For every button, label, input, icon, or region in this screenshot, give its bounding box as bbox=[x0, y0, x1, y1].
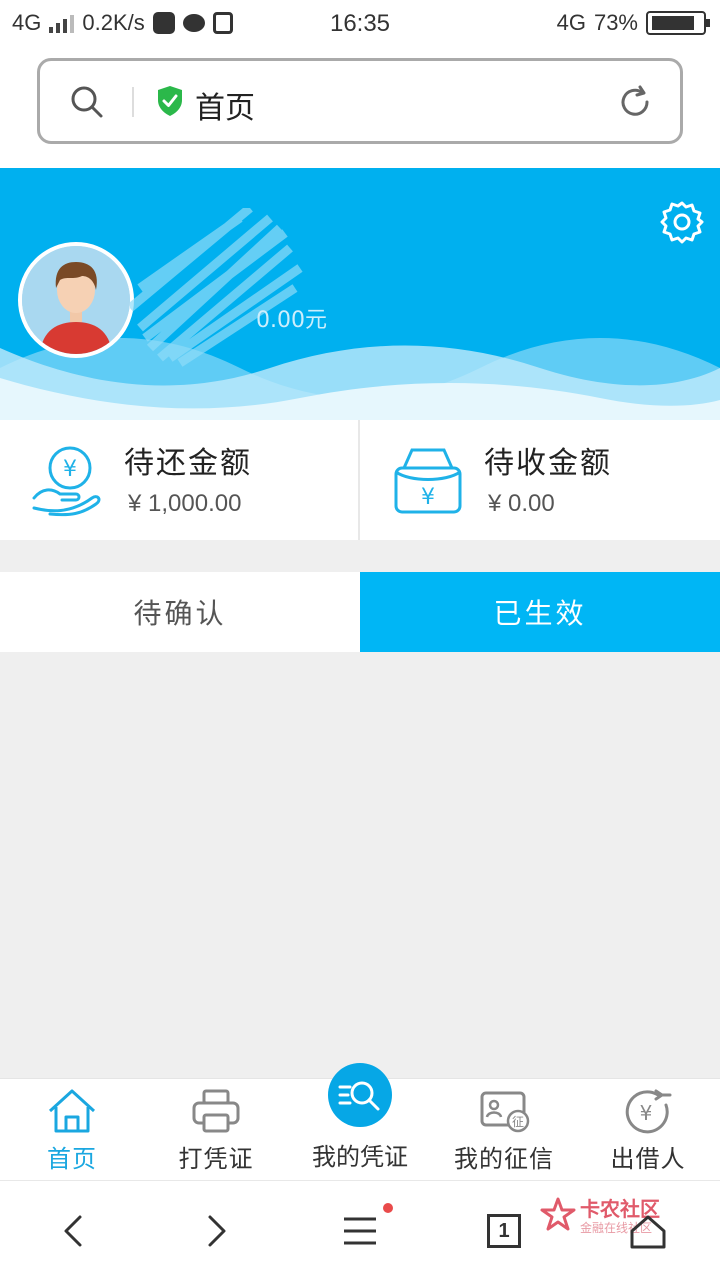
tab-effective[interactable]: 已生效 bbox=[360, 572, 720, 652]
credit-card-icon: 征 bbox=[480, 1091, 530, 1133]
nav-label: 我的凭证 bbox=[312, 1143, 408, 1171]
amount-label: 待收金额 bbox=[484, 446, 612, 481]
svg-text:¥: ¥ bbox=[640, 1101, 653, 1125]
back-arrow-icon[interactable] bbox=[54, 1211, 94, 1251]
status-right: 4G 73% bbox=[556, 10, 710, 36]
menu-notification-dot bbox=[383, 1203, 393, 1213]
battery-icon bbox=[646, 11, 710, 35]
svg-text:征: 征 bbox=[512, 1115, 524, 1129]
nav-item-lender[interactable]: ¥ 出借人 bbox=[576, 1079, 720, 1181]
tab-count-button[interactable]: 1 bbox=[487, 1214, 521, 1248]
amount-pending-repay[interactable]: ¥ 待还金额 ¥ 1,000.00 bbox=[0, 420, 358, 540]
nav-item-my-credit[interactable]: 征 我的征信 bbox=[432, 1079, 576, 1181]
nav-item-home[interactable]: 首页 bbox=[0, 1079, 144, 1181]
profile-banner: 0.00元 bbox=[0, 168, 720, 420]
printer-icon bbox=[192, 1089, 240, 1133]
settings-gear-icon[interactable] bbox=[660, 200, 704, 244]
nav-item-my-vouchers[interactable]: 我的凭证 bbox=[288, 1063, 432, 1181]
hand-yen-icon: ¥ bbox=[32, 446, 101, 517]
nav-label: 打凭证 bbox=[178, 1145, 254, 1173]
home-outline-icon[interactable] bbox=[628, 1211, 668, 1251]
svg-text:¥: ¥ bbox=[421, 485, 435, 510]
svg-text:¥: ¥ bbox=[63, 457, 77, 482]
battery-percent: 73% bbox=[593, 10, 638, 35]
menu-icon[interactable] bbox=[340, 1211, 380, 1251]
nav-item-print-voucher[interactable]: 打凭证 bbox=[144, 1079, 288, 1181]
nav-label: 我的征信 bbox=[454, 1145, 554, 1173]
bottom-nav: 首页 打凭证 我的凭证 征 我的征信 ¥ 出借人 bbox=[0, 1063, 720, 1181]
avatar-person-icon bbox=[22, 246, 130, 354]
page-title: 首页 bbox=[195, 91, 255, 126]
search-icon[interactable] bbox=[70, 85, 104, 119]
amount-label: 待还金额 bbox=[124, 446, 252, 481]
browser-url-bar: 首页 bbox=[0, 48, 720, 168]
address-box[interactable]: 首页 bbox=[37, 58, 683, 144]
yen-coin-icon: ¥ bbox=[625, 1089, 672, 1134]
list-content-area bbox=[0, 652, 720, 1078]
nav-label: 出借人 bbox=[610, 1145, 686, 1173]
forward-arrow-icon[interactable] bbox=[196, 1211, 236, 1251]
network-type-right: 4G bbox=[556, 10, 586, 35]
amount-pending-receive[interactable]: ¥ 待收金额 ¥ 0.00 bbox=[360, 420, 718, 540]
status-bar: 4G 0.2K/s 16:35 4G 73% bbox=[0, 0, 720, 48]
envelope-yen-icon: ¥ bbox=[394, 448, 462, 514]
tab-pending-confirm[interactable]: 待确认 bbox=[0, 572, 360, 652]
home-icon bbox=[48, 1089, 96, 1133]
redaction-scribble bbox=[130, 208, 303, 367]
amount-summary: ¥ 待还金额 ¥ 1,000.00 ¥ 待收金额 ¥ 0.00 bbox=[0, 420, 720, 540]
center-button-circle bbox=[328, 1063, 392, 1127]
user-avatar[interactable] bbox=[18, 242, 134, 358]
nav-label: 首页 bbox=[47, 1145, 97, 1173]
refresh-icon[interactable] bbox=[616, 83, 654, 121]
search-list-icon bbox=[338, 1081, 380, 1111]
watermark-star-icon bbox=[540, 1197, 576, 1231]
browser-toolbar: 1 卡农社区 金融在线社区 bbox=[0, 1180, 720, 1280]
status-tabs: 待确认 已生效 bbox=[0, 572, 720, 652]
amount-value: ¥ 1,000.00 bbox=[128, 490, 242, 517]
url-divider bbox=[132, 87, 134, 117]
amount-value: ¥ 0.00 bbox=[488, 490, 555, 517]
account-balance: 0.00元 bbox=[256, 308, 327, 333]
secure-shield-icon bbox=[158, 86, 182, 116]
